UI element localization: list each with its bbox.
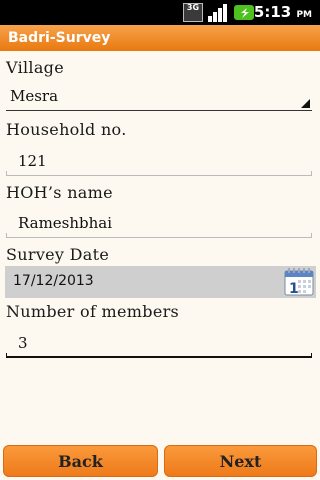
calendar-icon[interactable]: 1: [284, 268, 314, 296]
status-bar: 3G 5:13 PM: [0, 0, 320, 25]
network-type: 3G: [186, 3, 200, 12]
village-label: Village: [6, 58, 64, 77]
app-title: Badri-Survey: [8, 30, 111, 46]
svg-text:1: 1: [289, 281, 299, 296]
3g-icon: 3G: [183, 3, 203, 22]
time-ampm: PM: [296, 10, 312, 20]
household-value: 121: [18, 152, 47, 170]
app-title-bar: Badri-Survey: [0, 25, 320, 51]
field-underline: [6, 237, 312, 238]
field-underline: [6, 175, 312, 176]
field-tick-left: [6, 171, 7, 176]
field-underline: [6, 356, 312, 358]
members-input[interactable]: 3: [6, 328, 312, 358]
field-tick-right: [311, 233, 312, 238]
survey-date-label: Survey Date: [6, 245, 110, 264]
next-button[interactable]: Next: [164, 445, 317, 477]
members-label: Number of members: [6, 302, 180, 321]
hoh-input[interactable]: Rameshbhai: [6, 208, 312, 238]
field-tick-right: [311, 353, 312, 358]
back-button[interactable]: Back: [3, 445, 158, 477]
survey-date-value: 17/12/2013: [13, 273, 94, 289]
field-tick-right: [311, 171, 312, 176]
household-label: Household no.: [6, 120, 127, 139]
hoh-label: HOH’s name: [6, 183, 113, 202]
status-time: 5:13 PM: [254, 3, 312, 25]
hoh-value: Rameshbhai: [18, 214, 113, 232]
field-tick-left: [6, 233, 7, 238]
battery-charging-icon: [234, 5, 254, 20]
village-value: Mesra: [10, 87, 59, 105]
members-value: 3: [18, 334, 28, 352]
field-tick-left: [6, 353, 7, 358]
time-text: 5:13: [253, 3, 292, 21]
household-input[interactable]: 121: [6, 146, 312, 176]
survey-date-field[interactable]: 17/12/2013 1: [5, 266, 316, 298]
village-spinner[interactable]: Mesra: [6, 83, 312, 111]
signal-icon: [208, 4, 227, 22]
dropdown-arrow-icon: [301, 99, 310, 108]
